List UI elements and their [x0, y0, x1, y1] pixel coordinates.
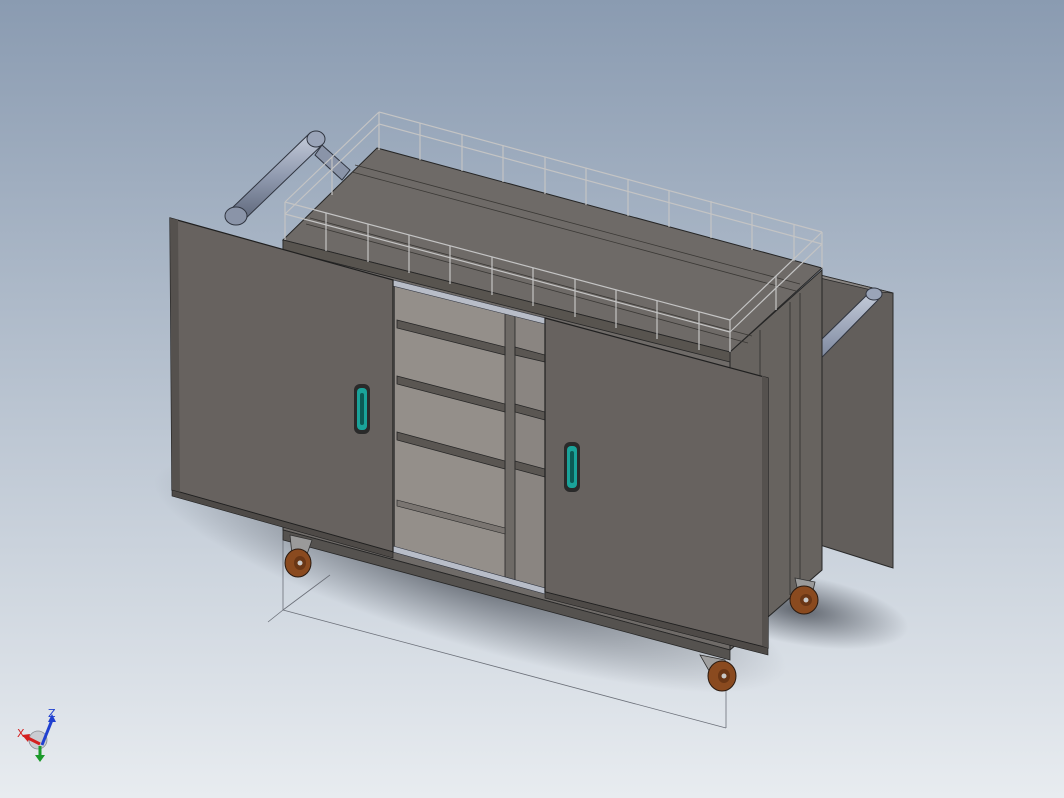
z-axis-label: Z: [48, 707, 56, 720]
right-door-handle[interactable]: [564, 442, 580, 492]
right-door[interactable]: [544, 317, 769, 656]
cabinet-interior: [392, 279, 546, 595]
left-door-handle[interactable]: [354, 384, 370, 434]
model-scene[interactable]: X Z: [0, 0, 1064, 798]
x-axis-label: X: [17, 727, 25, 740]
graphics-viewport[interactable]: X Z: [0, 0, 1064, 798]
